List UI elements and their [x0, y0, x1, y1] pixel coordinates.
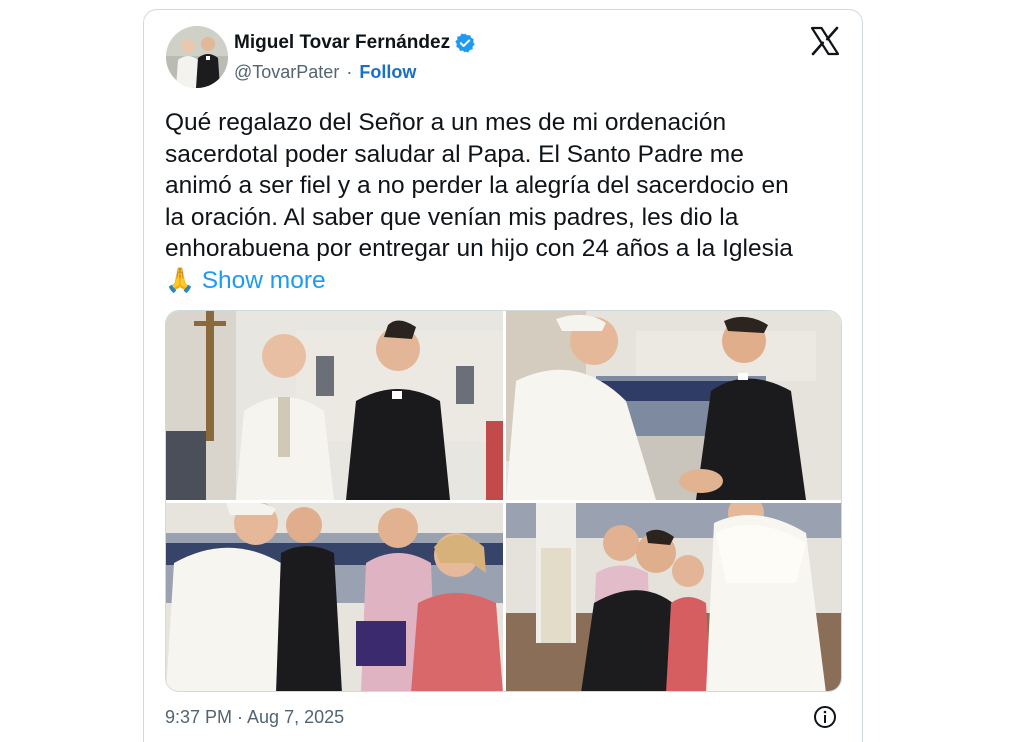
- photo-pope-greeting-priest[interactable]: [506, 311, 841, 500]
- author-handle-row: @TovarPater · Follow: [234, 62, 416, 83]
- x-logo-icon[interactable]: [810, 26, 840, 56]
- show-more-link[interactable]: Show more: [202, 267, 326, 294]
- handle-separator: ·: [346, 62, 353, 82]
- author-display-name[interactable]: Miguel Tovar Fernández: [234, 32, 450, 54]
- avatar-photo: [166, 26, 228, 88]
- photo-pope-and-priest-portrait[interactable]: [166, 311, 503, 500]
- author-name-row: Miguel Tovar Fernández: [234, 32, 476, 54]
- photo-pope-meeting-family[interactable]: [166, 503, 503, 691]
- folded-hands-icon: 🙏: [165, 266, 195, 294]
- tweet-body: Qué regalazo del Señor a un mes de mi or…: [165, 109, 793, 262]
- tweet-timestamp[interactable]: 9:37 PM · Aug 7, 2025: [165, 707, 344, 728]
- media-grid: [165, 310, 842, 692]
- author-handle[interactable]: @TovarPater: [234, 62, 339, 82]
- verified-badge-icon: [455, 33, 475, 53]
- info-icon[interactable]: [813, 705, 837, 729]
- follow-button[interactable]: Follow: [359, 62, 416, 82]
- photo-family-kneeling-before-pope[interactable]: [506, 503, 841, 691]
- tweet-card: Miguel Tovar Fernández @TovarPater · Fol…: [143, 9, 863, 742]
- author-avatar[interactable]: [166, 26, 228, 88]
- tweet-text: Qué regalazo del Señor a un mes de mi or…: [165, 107, 855, 296]
